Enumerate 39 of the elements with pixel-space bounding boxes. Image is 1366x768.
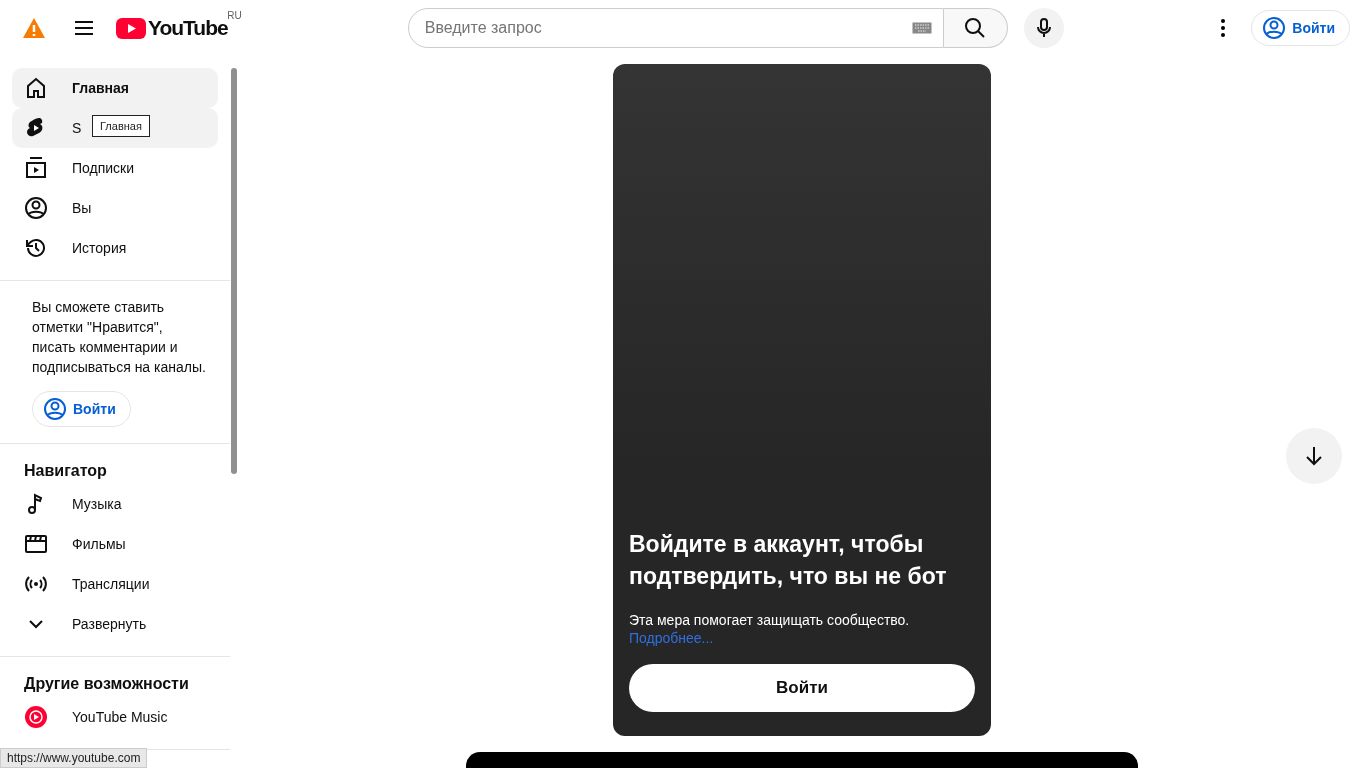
sidebar-item[interactable]: Развернуть	[12, 604, 218, 644]
sidebar-item[interactable]: Подписки	[12, 148, 218, 188]
account-icon	[43, 397, 67, 421]
microphone-button[interactable]	[1023, 8, 1064, 48]
card-title: Войдите в аккаунт, чтобы подтвердить, что вы не бот	[629, 530, 948, 591]
logo-text[interactable]: YouTube	[148, 16, 228, 40]
sign-in-button[interactable]: Войти	[1251, 10, 1350, 46]
subscriptions-icon	[24, 156, 48, 180]
section-title: Другие возможности	[23, 674, 190, 694]
sidebar-item[interactable]: Музыка	[12, 484, 218, 524]
sign-in-button[interactable]: Войти	[32, 391, 131, 427]
sidebar-item[interactable]: Главная	[12, 68, 218, 108]
promo-text: Вы сможете ставить отметки "Нравится", писать комментарии и подписываться на каналы.	[32, 298, 207, 377]
music-app-icon	[24, 705, 48, 729]
sidebar-item[interactable]: Трансляции	[12, 564, 218, 604]
section-title: Навигатор	[23, 461, 108, 481]
sidebar-item[interactable]: История	[12, 228, 218, 268]
clapperboard-icon	[24, 532, 48, 556]
account-icon	[1262, 16, 1287, 40]
sidebar-item[interactable]: S Главная	[12, 108, 218, 148]
search-field[interactable]: Введите запрос	[407, 8, 944, 48]
next-button[interactable]	[1286, 428, 1342, 484]
tooltip: Главная	[92, 115, 150, 137]
card-text: Эта мера помогает защищать сообщество.	[629, 612, 911, 628]
sign-in-button[interactable]: Войти	[629, 664, 975, 712]
search-button[interactable]	[943, 8, 1008, 48]
home-icon	[24, 76, 48, 100]
account-icon	[24, 196, 48, 220]
warning-icon	[22, 17, 46, 39]
sidebar-item[interactable]: Фильмы	[12, 524, 218, 564]
sidebar-item[interactable]: YouTube Music	[12, 697, 218, 737]
play-logo-icon	[116, 17, 146, 39]
sidebar-item[interactable]: Вы	[12, 188, 218, 228]
status-url: https://www.youtube.com	[0, 748, 148, 768]
history-icon	[24, 236, 48, 260]
region-label: RU	[227, 10, 242, 21]
keyboard-icon[interactable]	[911, 22, 932, 34]
more-vertical-icon	[1221, 19, 1226, 37]
menu-icon	[74, 20, 94, 36]
